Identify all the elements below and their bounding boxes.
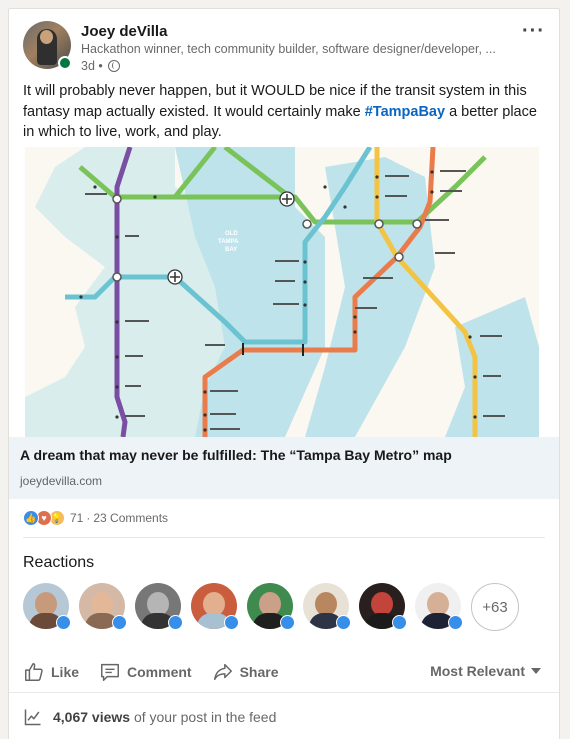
comment-button[interactable]: Comment xyxy=(99,661,192,683)
like-badge-icon xyxy=(112,615,127,630)
like-label: Like xyxy=(51,664,80,680)
author-headline: Hackathon winner, tech community builder… xyxy=(81,42,496,56)
post-age: 3d • xyxy=(81,59,103,73)
sort-label: Most Relevant xyxy=(430,663,525,679)
link-preview-title[interactable]: A dream that may never be fulfilled: The… xyxy=(20,447,452,463)
author-name[interactable]: Joey deVilla xyxy=(81,23,167,40)
divider xyxy=(23,537,545,538)
link-preview[interactable]: A dream that may never be fulfilled: The… xyxy=(9,437,559,499)
globe-icon xyxy=(107,60,120,72)
hashtag-link[interactable]: #TampaBay xyxy=(365,104,445,120)
like-badge-icon xyxy=(56,615,71,630)
count-separator: · xyxy=(86,511,91,525)
like-badge-icon xyxy=(224,615,239,630)
water-label-tampa: TAMPA xyxy=(218,239,239,245)
post-text: It will probably never happen, but it WO… xyxy=(23,81,547,143)
reaction-count[interactable]: 71 xyxy=(70,511,83,525)
online-status-indicator xyxy=(58,56,72,70)
post-views[interactable]: 4,067 views of your post in the feed xyxy=(23,707,276,727)
link-preview-domain: joeydevilla.com xyxy=(20,474,103,488)
post-header: Joey deVilla Hackathon winner, tech comm… xyxy=(23,21,545,73)
feed-post-card: Joey deVilla Hackathon winner, tech comm… xyxy=(8,8,560,739)
like-badge-icon xyxy=(280,615,295,630)
more-options-button[interactable]: ··· xyxy=(522,21,545,41)
share-label: Share xyxy=(239,664,279,680)
like-badge-icon xyxy=(336,615,351,630)
share-button[interactable]: Share xyxy=(212,661,279,683)
thumbs-up-icon xyxy=(25,663,43,681)
like-button[interactable]: Like xyxy=(23,661,79,683)
comment-icon xyxy=(101,663,119,681)
post-actions-bar: Like Comment Share Most Relevant xyxy=(23,659,545,685)
comments-count-link[interactable]: 23 Comments xyxy=(93,511,168,525)
airport-icon xyxy=(279,191,295,207)
divider xyxy=(9,692,559,693)
more-reactors-button[interactable]: +63 xyxy=(471,583,519,631)
like-badge-icon xyxy=(392,615,407,630)
post-image-transit-map[interactable]: OLD TAMPA BAY xyxy=(25,147,539,437)
sort-comments-dropdown[interactable]: Most Relevant xyxy=(430,663,541,679)
comment-label: Comment xyxy=(127,664,192,680)
views-count: 4,067 views xyxy=(53,709,131,725)
social-counts: 👍 ♥ 💡 71 · 23 Comments xyxy=(23,509,168,527)
analytics-chart-icon xyxy=(24,709,41,726)
reactions-heading: Reactions xyxy=(23,554,95,571)
water-label-old: OLD xyxy=(225,231,238,237)
post-meta: 3d • xyxy=(81,59,120,73)
like-reaction-icon: 👍 xyxy=(23,510,39,526)
airport-icon-2 xyxy=(167,269,183,285)
share-icon xyxy=(213,663,232,681)
like-badge-icon xyxy=(448,615,463,630)
like-badge-icon xyxy=(168,615,183,630)
caret-down-icon xyxy=(531,668,541,674)
views-suffix: of your post in the feed xyxy=(133,709,277,725)
transit-map-svg: OLD TAMPA BAY xyxy=(25,147,539,437)
water-label-bay: BAY xyxy=(225,247,237,253)
